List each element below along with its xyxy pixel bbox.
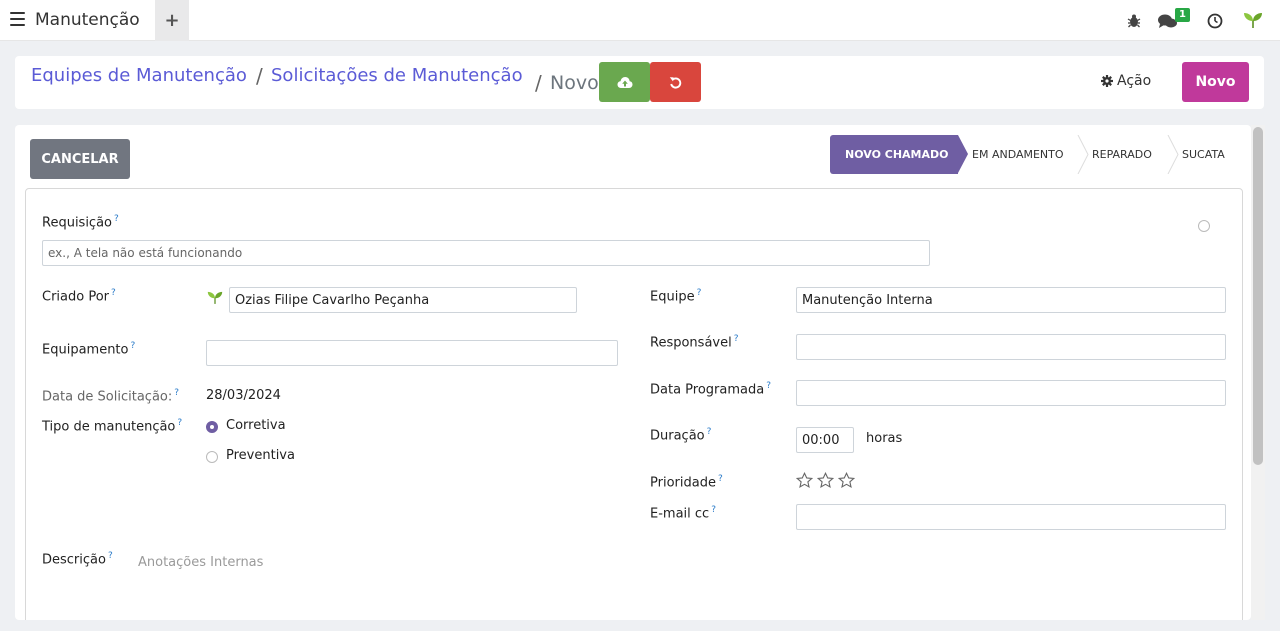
breadcrumb-separator: / <box>256 64 263 88</box>
stage-chevron <box>1077 135 1089 174</box>
star-icon[interactable] <box>796 472 813 489</box>
radio-corretiva-label[interactable]: Corretiva <box>226 418 286 433</box>
equipe-label: Equipe? <box>650 288 702 305</box>
clock-icon[interactable] <box>1207 13 1223 29</box>
criado-por-label: Criado Por? <box>42 288 116 305</box>
data-programada-label: Data Programada? <box>650 381 771 398</box>
equipe-input[interactable]: Manutenção Interna <box>796 287 1226 313</box>
breadcrumb-equipes[interactable]: Equipes de Manutenção <box>31 65 247 86</box>
star-icon[interactable] <box>838 472 855 489</box>
bug-icon[interactable] <box>1127 13 1141 28</box>
kanban-state-toggle[interactable] <box>1198 220 1210 232</box>
requisicao-label: Requisição? <box>42 214 119 231</box>
action-menu[interactable]: Ação <box>1101 73 1151 89</box>
form-sheet: Requisição? ex., A tela não está funcion… <box>25 188 1243 620</box>
form-view: CANCELAR NOVO CHAMADO EM ANDAMENTO REPAR… <box>15 125 1251 620</box>
tipo-manutencao-label: Tipo de manutenção? <box>42 418 183 435</box>
undo-icon <box>669 76 682 88</box>
responsavel-label: Responsável? <box>650 334 739 351</box>
scrollbar-thumb[interactable] <box>1253 127 1263 465</box>
prioridade-stars <box>796 472 860 490</box>
equipamento-label: Equipamento? <box>42 341 136 358</box>
save-button[interactable] <box>599 62 650 102</box>
breadcrumb-solicitacoes[interactable]: Solicitações de Manutenção <box>271 65 523 86</box>
stage-reparado[interactable]: REPARADO <box>1092 135 1152 174</box>
chat-badge: 1 <box>1175 8 1190 22</box>
prioridade-label: Prioridade? <box>650 474 723 491</box>
requisicao-input[interactable]: ex., A tela não está funcionando <box>42 240 930 266</box>
discard-button[interactable] <box>650 62 701 102</box>
data-solicitacao-value: 28/03/2024 <box>206 388 281 403</box>
descricao-editor[interactable]: Anotações Internas <box>138 555 263 570</box>
breadcrumb-separator: / <box>535 71 542 95</box>
menu-icon[interactable] <box>10 12 25 28</box>
descricao-label: Descrição? <box>42 551 113 568</box>
leaf-icon[interactable] <box>1243 11 1263 29</box>
radio-preventiva-label[interactable]: Preventiva <box>226 448 295 463</box>
star-icon[interactable] <box>817 472 834 489</box>
email-cc-input[interactable] <box>796 504 1226 530</box>
user-avatar-leaf-icon <box>207 291 223 304</box>
email-cc-label: E-mail cc? <box>650 505 716 522</box>
data-programada-input[interactable] <box>796 380 1226 406</box>
equipamento-input[interactable] <box>206 340 618 366</box>
stage-sucata[interactable]: SUCATA <box>1182 135 1225 174</box>
app-title[interactable]: Manutenção <box>35 10 140 30</box>
criado-por-input[interactable]: Ozias Filipe Cavarlho Peçanha <box>229 287 577 313</box>
cloud-upload-icon <box>617 76 632 88</box>
form-scrollbar[interactable] <box>1251 125 1265 620</box>
gear-icon <box>1101 75 1113 87</box>
top-navbar: Manutenção + 1 <box>0 0 1280 41</box>
duracao-label: Duração? <box>650 427 712 444</box>
radio-corretiva[interactable] <box>206 421 218 433</box>
cancel-button[interactable]: CANCELAR <box>30 139 130 179</box>
new-button[interactable]: Novo <box>1182 62 1249 102</box>
duracao-unit: horas <box>866 431 903 446</box>
stage-chevron <box>1167 135 1179 174</box>
action-label: Ação <box>1117 73 1152 89</box>
stage-novo-chamado[interactable]: NOVO CHAMADO <box>830 135 968 174</box>
data-solicitacao-label: Data de Solicitação:? <box>42 388 180 405</box>
stage-em-andamento[interactable]: EM ANDAMENTO <box>972 135 1064 174</box>
new-tab-button[interactable]: + <box>155 0 189 41</box>
duracao-input[interactable]: 00:00 <box>796 427 854 453</box>
radio-preventiva[interactable] <box>206 451 218 463</box>
control-panel: Equipes de Manutenção / Solicitações de … <box>15 56 1264 109</box>
responsavel-input[interactable] <box>796 334 1226 360</box>
breadcrumb-current: Novo <box>550 72 599 94</box>
